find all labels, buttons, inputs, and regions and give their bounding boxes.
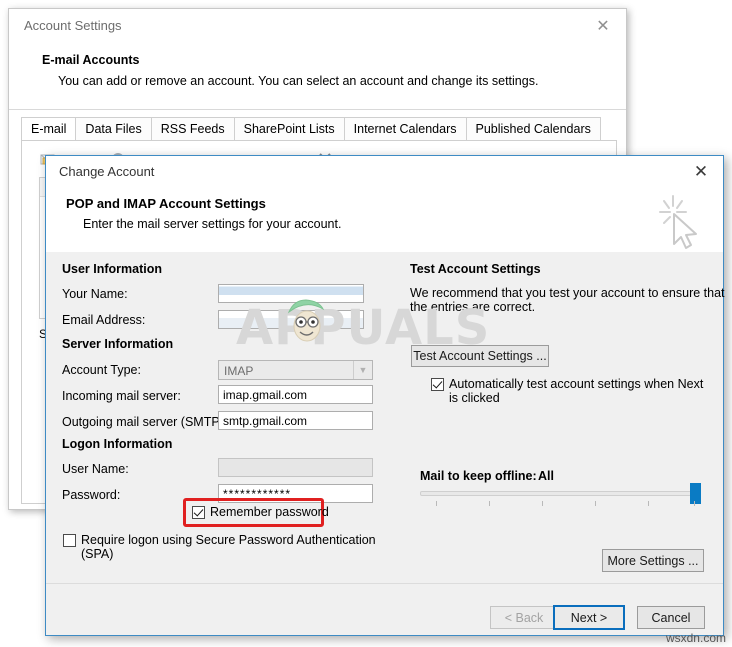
close-icon[interactable]: ✕ [590, 15, 616, 37]
account-type-value: IMAP [224, 364, 254, 378]
more-settings-button[interactable]: More Settings ... [602, 549, 704, 572]
dialog-title: Change Account [59, 164, 155, 179]
watermark-text: APPUALS [236, 300, 491, 356]
account-type-select[interactable]: IMAP ▼ [218, 360, 373, 380]
slider-tick [694, 501, 695, 506]
incoming-mail-server-label: Incoming mail server: [62, 389, 181, 403]
slider-tick [489, 501, 490, 506]
offline-value: All [538, 469, 554, 483]
site-credit: wsxdn.com [665, 631, 726, 645]
remember-password-label: Remember password [210, 505, 329, 519]
section-test-account-settings: Test Account Settings [410, 262, 541, 276]
slider-tick [595, 501, 596, 506]
dialog-header: POP and IMAP Account Settings Enter the … [46, 187, 723, 253]
tab-sharepoint-lists[interactable]: SharePoint Lists [233, 117, 345, 140]
cancel-button[interactable]: Cancel [637, 606, 705, 629]
outgoing-mail-server-label: Outgoing mail server (SMTP): [62, 415, 228, 429]
page-subtitle: You can add or remove an account. You ca… [58, 74, 539, 88]
account-settings-tabs: E-mail Data Files RSS Feeds SharePoint L… [21, 117, 615, 163]
incoming-mail-server-input[interactable]: imap.gmail.com [218, 385, 373, 404]
remember-password-checkbox[interactable] [192, 506, 205, 519]
section-server-information: Server Information [62, 337, 174, 351]
chevron-down-icon[interactable]: ▼ [353, 361, 372, 379]
spa-label-line2: (SPA) [81, 547, 114, 561]
spa-checkbox[interactable] [63, 534, 76, 547]
account-type-label: Account Type: [62, 363, 141, 377]
offline-label: Mail to keep offline: [420, 469, 537, 483]
outgoing-mail-server-input[interactable]: smtp.gmail.com [218, 411, 373, 430]
slider-tick [436, 501, 437, 506]
section-logon-information: Logon Information [62, 437, 173, 451]
password-label: Password: [62, 488, 121, 502]
user-name-label: User Name: [62, 462, 129, 476]
test-description-line1: We recommend that you test your account … [410, 286, 725, 300]
account-settings-title: Account Settings [24, 18, 122, 33]
offline-slider-track[interactable] [420, 491, 697, 496]
tab-data-files[interactable]: Data Files [75, 117, 152, 140]
auto-test-checkbox[interactable] [431, 378, 444, 391]
tab-published-calendars[interactable]: Published Calendars [465, 117, 601, 140]
account-settings-titlebar: Account Settings ✕ [9, 9, 626, 43]
spa-label-line1: Require logon using Secure Password Auth… [81, 533, 376, 547]
close-icon[interactable]: ✕ [688, 161, 714, 183]
appuals-mascot-icon [283, 296, 329, 344]
slider-tick [648, 501, 649, 506]
cursor-sparkle-icon [655, 192, 709, 254]
user-name-input[interactable] [218, 458, 373, 477]
auto-test-label-line2: is clicked [449, 391, 500, 405]
slider-tick [542, 501, 543, 506]
dialog-header-title: POP and IMAP Account Settings [66, 196, 266, 211]
auto-test-label-line1: Automatically test account settings when… [449, 377, 704, 391]
tab-email[interactable]: E-mail [21, 117, 77, 141]
dialog-titlebar: Change Account ✕ [46, 156, 723, 187]
tab-internet-calendars[interactable]: Internet Calendars [343, 117, 467, 140]
back-button[interactable]: < Back [490, 606, 558, 629]
account-settings-header: E-mail Accounts You can add or remove an… [9, 43, 626, 110]
dialog-header-subtitle: Enter the mail server settings for your … [83, 217, 342, 231]
offline-slider-thumb[interactable] [690, 483, 701, 504]
next-button[interactable]: Next > [553, 605, 625, 630]
email-address-label: Email Address: [62, 313, 146, 327]
your-name-label: Your Name: [62, 287, 128, 301]
section-user-information: User Information [62, 262, 163, 276]
tab-rss-feeds[interactable]: RSS Feeds [150, 117, 235, 140]
page-title: E-mail Accounts [42, 53, 140, 67]
